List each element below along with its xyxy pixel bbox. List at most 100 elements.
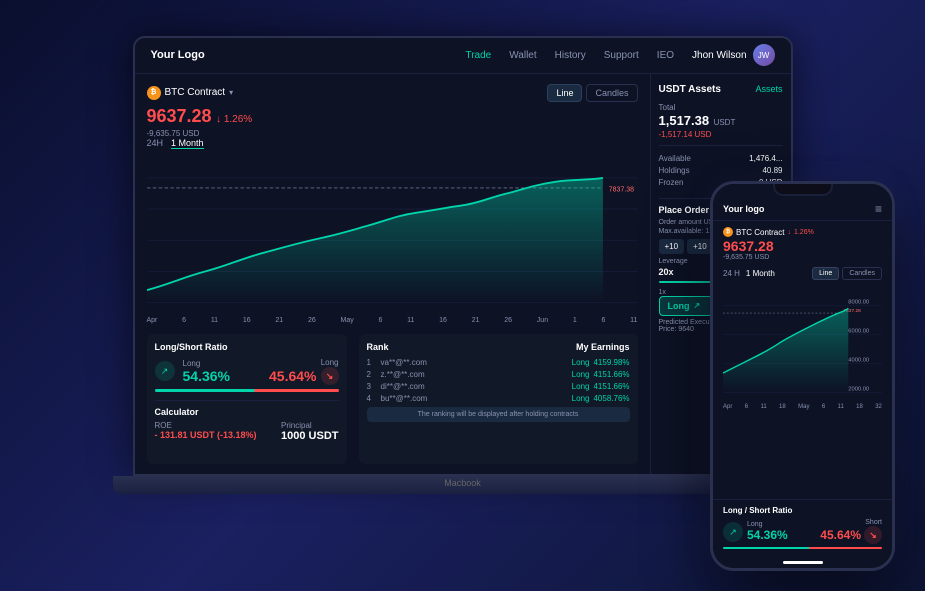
long-label: Long — [183, 359, 230, 368]
rank-value-2: 4151.66% — [593, 370, 629, 379]
calc-row: ROE - 131.81 USDT (-13.18%) Principal 10… — [155, 421, 339, 442]
rank-type-3: Long — [572, 382, 590, 391]
rank-value-3: 4151.66% — [593, 382, 629, 391]
rank-row-2: 2 z.**@**.com Long 4151.66% — [367, 370, 630, 379]
principal-value: 1000 USDT — [281, 430, 338, 442]
phone-trend-down-icon: ↘ — [864, 526, 882, 544]
phone-home-indicator — [783, 561, 823, 564]
chart-header: ₿ BTC Contract ▾ Line Candles — [147, 84, 638, 102]
leverage-min: 1x — [659, 289, 666, 296]
nav-wallet[interactable]: Wallet — [509, 50, 536, 61]
roe-value: - 131.81 USDT (-13.18%) — [155, 430, 257, 440]
app-ui: Your Logo Trade Wallet History Support I… — [135, 38, 791, 474]
x-label-j6: 6 — [602, 317, 606, 324]
rank-type-2: Long — [572, 370, 590, 379]
avatar: JW — [753, 44, 775, 66]
trend-up-icon: ↗ — [155, 361, 175, 381]
rank-value-4: 4058.76% — [593, 394, 629, 403]
plus10-button-2[interactable]: +10 — [687, 239, 713, 254]
phone-long-label: Long — [747, 521, 788, 528]
nav-logo: Your Logo — [151, 49, 205, 61]
ratio-row: ↗ Long 54.36% Long — [155, 358, 339, 385]
laptop-screen: Your Logo Trade Wallet History Support I… — [133, 36, 793, 476]
main-price: 9637.28 — [147, 106, 212, 126]
price-change: 1.26% — [224, 114, 252, 125]
phone-ratio-row: ↗ Long 54.36% Short 45.64% ↘ — [723, 519, 882, 544]
usdt-label: USDT — [714, 118, 736, 127]
rank-user-2: z.**@**.com — [381, 370, 572, 379]
total-section: Total 1,517.38 USDT -1,517.14 USD — [659, 103, 783, 146]
phone-long-pct: 54.36% — [747, 528, 788, 542]
line-chart-button[interactable]: Line — [547, 84, 582, 102]
x-label-16: 16 — [243, 317, 251, 324]
available-row: Available 1,476.4... — [659, 154, 783, 163]
btc-icon: ₿ — [147, 86, 161, 100]
phone-chart-area: 8000.00 6000.00 4000.00 2000.00 7837.28 — [713, 284, 892, 404]
phone-short-label: Short — [820, 519, 882, 526]
nav-links: Trade Wallet History Support IEO — [465, 50, 674, 61]
nav-bar: Your Logo Trade Wallet History Support I… — [135, 38, 791, 74]
plus10-button-1[interactable]: +10 — [659, 239, 685, 254]
phone-time-btns: 24 H 1 Month Line Candles — [713, 263, 892, 284]
24h-button[interactable]: 24H — [147, 138, 164, 148]
x-label-may: May — [340, 317, 353, 324]
rank-num-3: 3 — [367, 382, 377, 391]
phone-ratio-bar — [723, 547, 882, 549]
nav-user-name: Jhon Wilson — [692, 50, 746, 61]
nav-history[interactable]: History — [555, 50, 586, 61]
candles-chart-button[interactable]: Candles — [586, 84, 637, 102]
rank-user-4: bu**@**.com — [381, 394, 572, 403]
rank-value-1: 4159.98% — [593, 358, 629, 367]
holdings-row: Holdings 40.89 — [659, 166, 783, 175]
rank-row-1: 1 va**@**.com Long 4159.98% — [367, 358, 630, 367]
phone-ratio-section: Long / Short Ratio ↗ Long 54.36% Short 4… — [713, 499, 892, 555]
x-label-m21: 21 — [472, 317, 480, 324]
holdings-label: Holdings — [659, 166, 690, 175]
rank-notice-text: The ranking will be displayed after hold… — [373, 411, 624, 418]
frozen-label: Frozen — [659, 178, 684, 187]
x-label-m16: 16 — [439, 317, 447, 324]
rank-notice: The ranking will be displayed after hold… — [367, 407, 630, 422]
svg-text:6000.00: 6000.00 — [848, 328, 869, 334]
assets-header: USDT Assets Assets — [659, 84, 783, 95]
x-label-m11: 11 — [407, 317, 414, 324]
assets-link[interactable]: Assets — [755, 84, 782, 94]
phone-candles-btn[interactable]: Candles — [842, 267, 882, 280]
phone-content: Your logo ≡ ₿ BTC Contract ↓ 1.26% 9637.… — [713, 184, 892, 568]
phone-line-btn[interactable]: Line — [812, 267, 839, 280]
dropdown-arrow-icon: ▾ — [229, 88, 233, 97]
1month-button[interactable]: 1 Month — [171, 138, 204, 149]
laptop-container: Your Logo Trade Wallet History Support I… — [113, 36, 813, 556]
coin-selector[interactable]: ₿ BTC Contract ▾ — [147, 86, 234, 100]
nav-ieo[interactable]: IEO — [657, 50, 674, 61]
phone-nav: Your logo ≡ — [713, 198, 892, 221]
chart-panel: ₿ BTC Contract ▾ Line Candles 9637.28 ↓ … — [135, 74, 651, 474]
time-selector: 24H 1 Month — [147, 138, 638, 149]
svg-text:2000.00: 2000.00 — [848, 386, 869, 392]
trend-icon: ↗ — [694, 301, 701, 310]
nav-trade[interactable]: Trade — [465, 50, 491, 61]
short-label: Long — [269, 358, 338, 367]
bottom-panels: Long/Short Ratio ↗ Long 54.36% — [147, 334, 638, 464]
total-change: -1,517.14 USD — [659, 130, 783, 139]
rank-type-1: Long — [572, 358, 590, 367]
svg-text:8000.00: 8000.00 — [848, 299, 869, 305]
nav-support[interactable]: Support — [604, 50, 639, 61]
long-btn-label: Long — [668, 301, 690, 311]
rank-panel: Rank My Earnings 1 va**@**.com Long 4159… — [359, 334, 638, 464]
phone-1month-btn[interactable]: 1 Month — [746, 269, 775, 278]
roe-label: ROE — [155, 421, 257, 430]
rank-num-1: 1 — [367, 358, 377, 367]
principal-label: Principal — [281, 421, 338, 430]
phone-24h-btn[interactable]: 24 H — [723, 269, 740, 278]
long-percentage: 54.36% — [183, 368, 230, 384]
phone-chart-btns: Line Candles — [812, 267, 882, 280]
assets-title: USDT Assets — [659, 84, 721, 95]
calc-title: Calculator — [155, 407, 339, 417]
ratio-panel: Long/Short Ratio ↗ Long 54.36% — [147, 334, 347, 464]
x-label-26: 26 — [308, 317, 316, 324]
holdings-value: 40.89 — [762, 166, 782, 175]
hamburger-icon[interactable]: ≡ — [875, 202, 882, 216]
phone-trend-up-icon: ↗ — [723, 522, 743, 542]
rank-row-3: 3 di**@**.com Long 4151.66% — [367, 382, 630, 391]
